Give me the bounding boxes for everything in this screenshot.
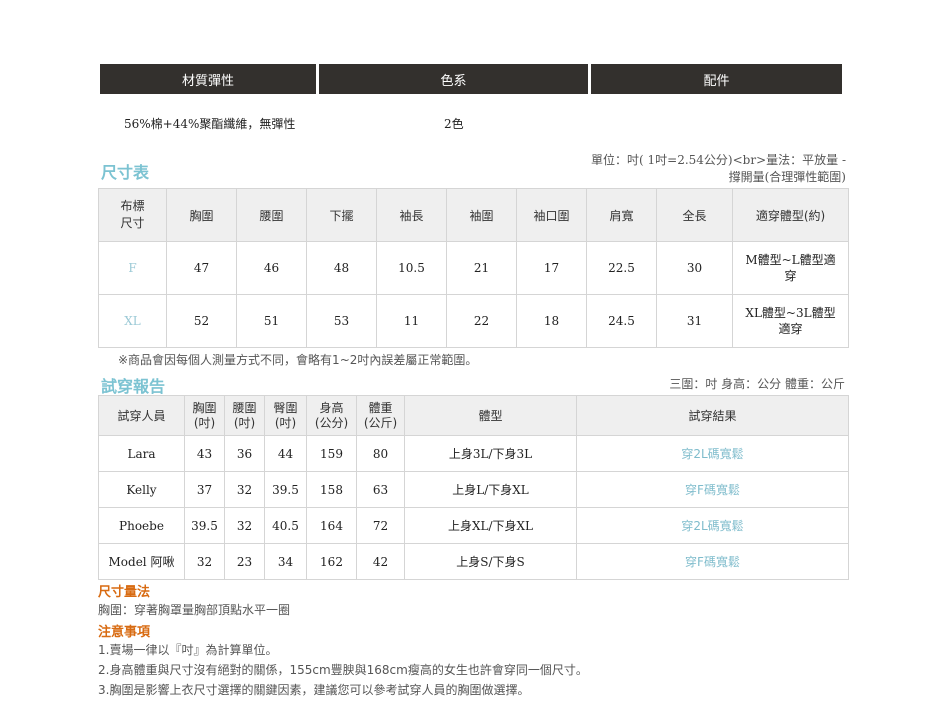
fabric-value: 56%棉+44%聚酯纖維，無彈性 — [124, 117, 296, 131]
table-cell: 36 — [224, 435, 265, 472]
table-cell: 37 — [184, 471, 225, 508]
table-cell: 162 — [306, 543, 357, 580]
col-header: 胸圍 — [166, 188, 237, 242]
accessory-header: 配件 — [591, 64, 842, 94]
table-cell: 31 — [656, 294, 733, 348]
col-header: 腰圍 (吋) — [224, 395, 265, 436]
table-cell: 17 — [516, 241, 587, 295]
fitting-unit-note: 三圍：吋 身高：公分 體重：公斤 — [669, 377, 845, 391]
table-cell: 164 — [306, 507, 357, 544]
size-chart-table: 布標 尺寸 胸圍 腰圍 下擺 袖長 袖圍 袖口圍 肩寬 全長 適穿體型(約) F… — [98, 188, 849, 348]
fitting-header-row: 試穿人員 胸圍 (吋) 腰圍 (吋) 臀圍 (吋) 身高 (公分) 體重 (公斤… — [98, 395, 849, 436]
fit-body-type: M體型~L體型適穿 — [732, 241, 849, 295]
table-row: Model 阿啾 32 23 34 162 42 上身S/下身S 穿F碼寬鬆 — [98, 543, 849, 580]
table-cell: 10.5 — [376, 241, 447, 295]
table-cell: 42 — [356, 543, 405, 580]
table-cell: 39.5 — [184, 507, 225, 544]
table-cell: 30 — [656, 241, 733, 295]
table-row: F 47 46 48 10.5 21 17 22.5 30 M體型~L體型適穿 — [98, 241, 849, 295]
col-header: 袖長 — [376, 188, 447, 242]
table-cell: 22 — [446, 294, 517, 348]
table-cell: 44 — [264, 435, 307, 472]
table-cell: 72 — [356, 507, 405, 544]
tester-name: Kelly — [98, 471, 185, 508]
size-footnote: ※商品會因每個人測量方式不同，會略有1~2吋內誤差屬正常範圍。 — [118, 353, 478, 367]
col-header: 身高 (公分) — [306, 395, 357, 436]
table-cell: 40.5 — [264, 507, 307, 544]
notice-item: 3.胸圍是影響上衣尺寸選擇的關鍵因素，建議您可以參考試穿人員的胸圍做選擇。 — [98, 683, 530, 697]
body-type: 上身XL/下身XL — [404, 507, 577, 544]
fit-result: 穿2L碼寬鬆 — [576, 435, 849, 472]
table-cell: 21 — [446, 241, 517, 295]
col-header: 體重 (公斤) — [356, 395, 405, 436]
table-cell: 47 — [166, 241, 237, 295]
table-row: Lara 43 36 44 159 80 上身3L/下身3L 穿2L碼寬鬆 — [98, 435, 849, 472]
size-chart-title: 尺寸表 — [101, 163, 150, 182]
table-cell: 63 — [356, 471, 405, 508]
fitting-table: 試穿人員 胸圍 (吋) 腰圍 (吋) 臀圍 (吋) 身高 (公分) 體重 (公斤… — [98, 395, 849, 580]
table-cell: 24.5 — [586, 294, 657, 348]
table-cell: 34 — [264, 543, 307, 580]
col-header: 胸圍 (吋) — [184, 395, 225, 436]
table-cell: 46 — [236, 241, 307, 295]
color-value: 2色 — [444, 117, 464, 131]
table-cell: 32 — [184, 543, 225, 580]
tester-name: Phoebe — [98, 507, 185, 544]
notice-item: 2.身高體重與尺寸沒有絕對的關係，155cm豐腴與168cm瘦高的女生也許會穿同… — [98, 663, 588, 677]
col-header: 試穿人員 — [98, 395, 185, 436]
table-cell: 22.5 — [586, 241, 657, 295]
table-cell: 52 — [166, 294, 237, 348]
table-cell: 159 — [306, 435, 357, 472]
measure-title: 尺寸量法 — [98, 585, 151, 600]
table-row: Phoebe 39.5 32 40.5 164 72 上身XL/下身XL 穿2L… — [98, 507, 849, 544]
size-unit-note-line2: 撐開量(合理彈性範圍) — [728, 170, 846, 184]
fit-result: 穿F碼寬鬆 — [576, 543, 849, 580]
size-label: F — [98, 241, 167, 295]
notice-title: 注意事項 — [98, 625, 151, 640]
fit-body-type: XL體型~3L體型適穿 — [732, 294, 849, 348]
size-label: XL — [98, 294, 167, 348]
fit-result: 穿F碼寬鬆 — [576, 471, 849, 508]
body-type: 上身L/下身XL — [404, 471, 577, 508]
table-row: XL 52 51 53 11 22 18 24.5 31 XL體型~3L體型適穿 — [98, 294, 849, 348]
table-cell: 18 — [516, 294, 587, 348]
col-header: 全長 — [656, 188, 733, 242]
tester-name: Lara — [98, 435, 185, 472]
table-cell: 48 — [306, 241, 377, 295]
table-cell: 158 — [306, 471, 357, 508]
size-header-row: 布標 尺寸 胸圍 腰圍 下擺 袖長 袖圍 袖口圍 肩寬 全長 適穿體型(約) — [98, 188, 849, 242]
col-header: 腰圍 — [236, 188, 307, 242]
col-header: 臀圍 (吋) — [264, 395, 307, 436]
size-unit-note: 單位：吋( 1吋=2.54公分)<br>量法：平放量 - 撐開量(合理彈性範圍) — [591, 152, 846, 186]
col-header: 肩寬 — [586, 188, 657, 242]
measure-text: 胸圍：穿著胸罩量胸部頂點水平一圈 — [98, 603, 291, 617]
table-cell: 39.5 — [264, 471, 307, 508]
table-row: Kelly 37 32 39.5 158 63 上身L/下身XL 穿F碼寬鬆 — [98, 471, 849, 508]
size-unit-note-line1: 單位：吋( 1吋=2.54公分)<br>量法：平放量 - — [591, 153, 846, 167]
col-header: 體型 — [404, 395, 577, 436]
table-cell: 80 — [356, 435, 405, 472]
body-type: 上身S/下身S — [404, 543, 577, 580]
table-cell: 51 — [236, 294, 307, 348]
notice-item: 1.賣場一律以『吋』為計算單位。 — [98, 643, 278, 657]
col-header: 下擺 — [306, 188, 377, 242]
fitting-title: 試穿報告 — [101, 377, 166, 396]
body-type: 上身3L/下身3L — [404, 435, 577, 472]
color-header: 色系 — [319, 64, 588, 94]
table-cell: 43 — [184, 435, 225, 472]
fit-result: 穿2L碼寬鬆 — [576, 507, 849, 544]
col-header: 適穿體型(約) — [732, 188, 849, 242]
col-header: 袖口圍 — [516, 188, 587, 242]
table-cell: 23 — [224, 543, 265, 580]
table-cell: 32 — [224, 471, 265, 508]
col-header: 袖圍 — [446, 188, 517, 242]
tester-name: Model 阿啾 — [98, 543, 185, 580]
table-cell: 32 — [224, 507, 265, 544]
material-header: 材質彈性 — [100, 64, 316, 94]
col-header: 試穿結果 — [576, 395, 849, 436]
table-cell: 53 — [306, 294, 377, 348]
table-cell: 11 — [376, 294, 447, 348]
col-header: 布標 尺寸 — [98, 188, 167, 242]
